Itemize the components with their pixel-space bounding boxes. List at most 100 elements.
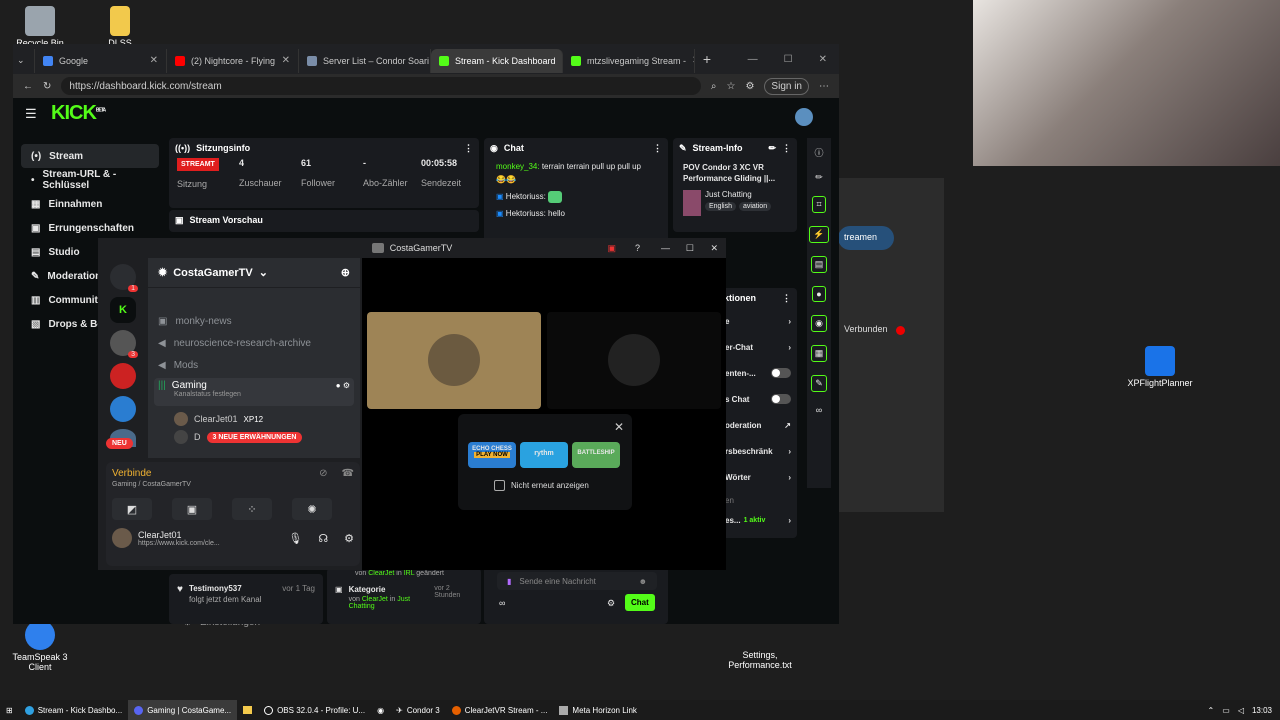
maximize-icon[interactable]: ☐ (784, 54, 793, 65)
activity-user[interactable]: ClearJet (368, 570, 394, 577)
activity-name[interactable]: Testimony537 (189, 584, 261, 593)
channel-status[interactable]: Kanalstatus festlegen (158, 391, 350, 398)
action-row[interactable]: rsbeschränk › (725, 438, 797, 464)
tab-mtzslivegaming[interactable]: mtzslivegaming Stream - ✕ (563, 48, 695, 73)
chat-user[interactable]: Hektoriuss: (506, 192, 546, 201)
document-icon[interactable]: ▤ (810, 256, 828, 273)
activities-button[interactable]: ⁘ (232, 498, 272, 520)
minimize-icon[interactable]: — (748, 54, 758, 65)
minimize-icon[interactable]: — (661, 243, 670, 253)
tag-chip[interactable]: aviation (738, 202, 772, 211)
taskbar-item-meta[interactable]: Meta Horizon Link (553, 700, 642, 720)
new-badge[interactable]: NEU (106, 438, 133, 449)
avatar[interactable] (112, 528, 132, 548)
close-icon[interactable]: ✕ (614, 420, 624, 434)
action-row[interactable]: er-Chat › (725, 334, 797, 360)
taskbar-item-condor[interactable]: ✈ Condor 3 (390, 700, 446, 720)
signin-button[interactable]: Sign in (764, 77, 809, 95)
channel-actions-icon[interactable]: ● ⚙ (336, 381, 350, 390)
action-row[interactable]: e › (725, 308, 797, 334)
dont-show-row[interactable]: Nicht erneut anzeigen (458, 468, 632, 491)
server-icon[interactable] (110, 396, 136, 422)
network-icon[interactable]: ▭ (1222, 706, 1230, 715)
more-icon[interactable]: ⋮ (782, 143, 791, 154)
lightning-icon[interactable]: ⚡ (809, 226, 829, 243)
chat-input[interactable]: ▮ Sende eine Nachricht ☻ (497, 572, 657, 590)
sidebar-item-stream[interactable]: (•) Stream (21, 144, 159, 168)
tab-nightcore[interactable]: (2) Nightcore - Flying ✕ (167, 48, 299, 73)
taskbar-item-obs[interactable]: OBS 32.0.4 - Profile: U... (258, 700, 371, 720)
sidebar-item-errungenschaften[interactable]: ▣ Errungenschaften (21, 216, 159, 240)
url-field[interactable]: https://dashboard.kick.com/stream (61, 77, 701, 95)
voice-user[interactable]: ClearJet01 XP12 (148, 408, 360, 426)
maximize-icon[interactable]: ☐ (686, 243, 694, 254)
close-window-icon[interactable]: ✕ (819, 54, 827, 65)
soundboard-button[interactable]: ✺ (292, 498, 332, 520)
desktop-icon-teamspeak[interactable]: TeamSpeak 3 Client (0, 620, 80, 672)
voice-user[interactable]: D 3 NEUE ERWÄHNUNGEN (148, 426, 360, 444)
chat-bubble-icon[interactable]: ● (812, 286, 826, 302)
taskbar-item-discord[interactable]: Gaming | CostaGame... (128, 700, 238, 720)
volume-icon[interactable]: ◁ (1238, 706, 1244, 715)
infinity-icon[interactable]: ∞ (816, 405, 822, 415)
chat-user[interactable]: Hektoriuss: (506, 209, 546, 218)
mic-icon[interactable]: 🎙 (288, 532, 302, 545)
channel-mods[interactable]: ◀ Mods (148, 354, 360, 376)
hamburger-icon[interactable]: ☰ (25, 106, 37, 122)
help-icon[interactable]: ? (635, 243, 640, 253)
channel-neuroscience[interactable]: ◀ neuroscience-research-archive (148, 332, 360, 354)
stream-button[interactable]: treamen (838, 226, 894, 250)
info-icon[interactable]: ⓘ (814, 146, 823, 159)
category-name[interactable]: Just Chatting (705, 190, 771, 199)
more-icon[interactable]: ⋮ (464, 143, 473, 154)
kick-server-icon[interactable]: K (110, 297, 136, 323)
sidebar-item-einnahmen[interactable]: ▦ Einnahmen (21, 192, 159, 216)
tab-kick-dashboard[interactable]: Stream - Kick Dashboard ✕ (431, 48, 563, 73)
avatar[interactable] (795, 108, 813, 126)
taskbar-item-explorer[interactable] (237, 700, 258, 720)
server-icon[interactable] (110, 363, 136, 389)
desktop-icon-recycle-bin[interactable]: Recycle Bin (0, 6, 80, 48)
edit-icon[interactable]: ✏ (768, 143, 776, 154)
tag-chip[interactable]: English (705, 202, 736, 211)
headphones-icon[interactable]: ☊ (318, 532, 328, 545)
sidebar-item-stream-url[interactable]: • Stream-URL & -Schlüssel (21, 168, 159, 192)
close-icon[interactable]: ✕ (150, 55, 158, 66)
close-icon[interactable]: ✕ (282, 55, 290, 66)
tab-list-button[interactable]: ⌄ (13, 48, 35, 73)
more-icon[interactable]: ⋮ (653, 143, 662, 154)
gear-icon[interactable]: ⚙ (344, 532, 354, 545)
action-row[interactable]: es... 1 aktiv › (725, 510, 797, 530)
video-tile[interactable] (547, 312, 721, 409)
activity-card[interactable]: rythm (520, 442, 568, 468)
action-row[interactable]: Wörter › (725, 464, 797, 490)
server-header[interactable]: ✹ CostaGamerTV ⌄ ⊕ (148, 258, 360, 288)
video-tile[interactable] (367, 312, 541, 409)
edit-icon[interactable]: ✏ (815, 172, 823, 183)
tray-icon[interactable]: ⌃ (1208, 706, 1215, 715)
zoom-icon[interactable]: ⌕ (711, 81, 717, 92)
desktop-icon-dlss[interactable]: DLSS (80, 6, 160, 48)
noise-suppression-icon[interactable]: ⊘ (319, 468, 327, 488)
emoji-icon[interactable]: ☻ (639, 577, 647, 586)
channel-gaming[interactable]: ||| Gaming ● ⚙ Kanalstatus festlegen (154, 378, 354, 406)
favorite-icon[interactable]: ☆ (726, 81, 735, 92)
checkbox[interactable] (494, 480, 505, 491)
start-button[interactable]: ⊞ (0, 700, 19, 720)
wrench-icon[interactable]: ✎ (811, 375, 827, 392)
disconnect-icon[interactable]: ☎ (342, 468, 354, 488)
reload-icon[interactable]: ↻ (43, 81, 51, 92)
new-tab-button[interactable]: + (695, 51, 719, 67)
tab-server-list[interactable]: Server List – Condor Soari ✕ (299, 48, 431, 73)
activity-user[interactable]: ClearJet (362, 596, 388, 603)
more-icon[interactable]: ⋮ (782, 293, 791, 304)
category-thumbnail[interactable] (683, 190, 701, 216)
clock[interactable]: 13:03 (1252, 706, 1272, 715)
server-icon[interactable]: 3 (110, 330, 138, 358)
extensions-icon[interactable]: ⚙ (745, 81, 754, 92)
close-window-icon[interactable]: ✕ (710, 243, 718, 254)
clip-icon[interactable]: ⌗ (812, 196, 826, 213)
discord-home-icon[interactable]: 1 (110, 264, 138, 292)
action-row[interactable]: enten-... (725, 360, 797, 386)
back-icon[interactable]: ← (23, 81, 33, 92)
